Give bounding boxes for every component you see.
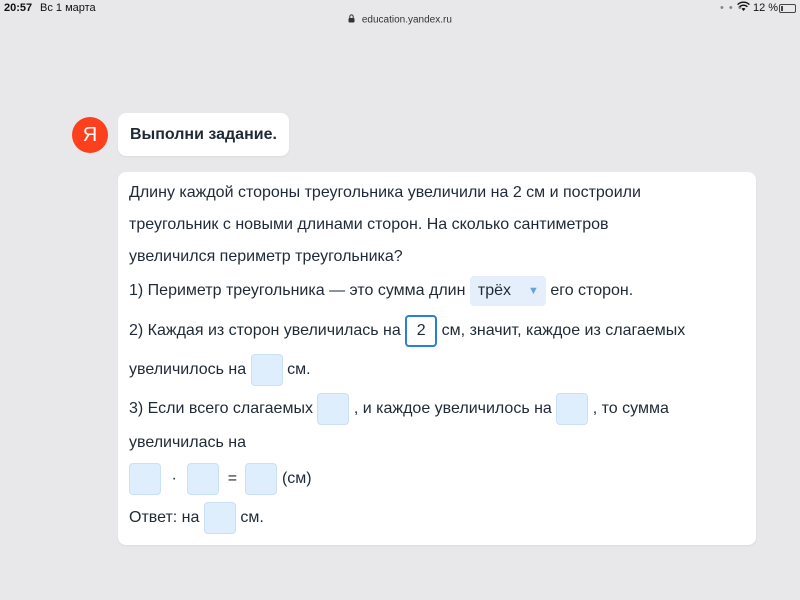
step-2-suffix: см, значит, каждое из слагаемых xyxy=(441,322,686,339)
date: Вс 1 марта xyxy=(40,2,96,14)
formula-result-input[interactable] xyxy=(245,463,278,495)
answer-prefix: Ответ: на xyxy=(129,509,200,526)
step-2-line2-suffix: см. xyxy=(287,361,311,378)
answer-row: Ответ: на см. xyxy=(129,502,264,534)
increase-input[interactable]: 2 xyxy=(405,315,438,347)
step-1: 1) Периметр треугольника — это сумма дли… xyxy=(129,276,633,306)
formula-factor-1-input[interactable] xyxy=(129,463,161,495)
step-2-line2-prefix: увеличилось на xyxy=(129,361,247,378)
sides-count-dropdown[interactable]: трёх ▼ xyxy=(469,276,546,306)
chevron-down-icon: ▼ xyxy=(527,285,539,297)
step-3-line-2: увеличилась на xyxy=(129,434,246,451)
multiply-sign: · xyxy=(171,470,177,487)
answer-suffix: см. xyxy=(240,509,264,526)
task-card: Длину каждой стороны треугольника увелич… xyxy=(118,172,756,545)
wifi-icon xyxy=(737,1,750,15)
lock-icon xyxy=(348,14,355,26)
each-term-increase-input[interactable] xyxy=(250,354,283,386)
step-3-prefix: 3) Если всего слагаемых xyxy=(129,400,313,417)
step-3-suffix: , то сумма xyxy=(592,400,669,417)
yandex-avatar: Я xyxy=(72,117,108,153)
formula-row: · = (см) xyxy=(129,463,312,495)
task-text-line-3: увеличился периметр треугольника? xyxy=(129,248,403,265)
task-text-line-2: треугольник с новыми длинами сторон. На … xyxy=(129,216,609,233)
step-2-line-2: увеличилось на см. xyxy=(129,354,311,386)
formula-unit: (см) xyxy=(281,470,312,487)
answer-input[interactable] xyxy=(203,502,236,534)
url-text: education.yandex.ru xyxy=(361,14,452,26)
dropdown-value: трёх xyxy=(477,282,511,299)
formula-factor-2-input[interactable] xyxy=(187,463,220,495)
step-1-prefix: 1) Периметр треугольника — это сумма дли… xyxy=(129,282,466,299)
battery-percent: 12 % xyxy=(753,2,779,14)
task-text-line-1: Длину каждой стороны треугольника увелич… xyxy=(129,184,641,201)
clock: 20:57 xyxy=(4,2,33,14)
task-title: Выполни задание. xyxy=(118,113,289,156)
step-2: 2) Каждая из сторон увеличилась на 2 см,… xyxy=(129,315,685,347)
terms-count-input[interactable] xyxy=(317,393,350,425)
term-increase-input[interactable] xyxy=(556,393,589,425)
equals-sign: = xyxy=(227,470,238,487)
step-1-suffix: его сторон. xyxy=(550,282,634,299)
step-3: 3) Если всего слагаемых , и каждое увели… xyxy=(129,393,669,425)
battery-icon xyxy=(779,4,796,13)
step-3-middle: , и каждое увеличилось на xyxy=(353,400,552,417)
step-2-prefix: 2) Каждая из сторон увеличилась на xyxy=(129,322,401,339)
url-bar[interactable]: education.yandex.ru xyxy=(0,14,800,30)
